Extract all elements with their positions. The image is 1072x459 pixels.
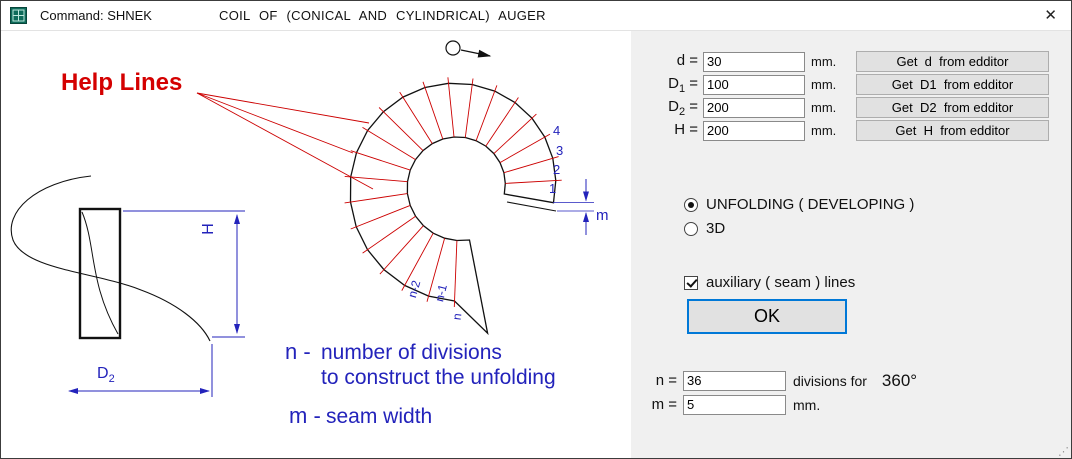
- command-title: Command: SHNEK: [40, 8, 152, 23]
- n-label: n =: [655, 372, 677, 389]
- seam-second-edge: [506, 201, 557, 212]
- field-row-h: H = mm. Get H from edditor: [631, 120, 1071, 141]
- div-number-3: 3: [556, 143, 563, 158]
- radio-3d-icon[interactable]: [684, 221, 698, 236]
- ok-button[interactable]: OK: [687, 299, 847, 334]
- n-suffix: divisions for: [793, 372, 867, 389]
- h-unit: mm.: [811, 123, 837, 138]
- content: Help Lines H D2 m 4 3 2 1 n-2 n-1 n n - …: [1, 31, 1071, 458]
- field-row-d: d = mm. Get d from edditor: [631, 51, 1071, 72]
- division-line: [475, 85, 498, 141]
- titlebar: Command: SHNEK COIL OF (CONICAL AND CYLI…: [1, 1, 1071, 31]
- auger-side-view: [10, 175, 211, 342]
- help-fan-lines: [196, 92, 374, 190]
- degrees-value: 360°: [881, 370, 918, 390]
- div-number-4: 4: [553, 123, 560, 138]
- field-label-d2: D2 =: [668, 97, 698, 118]
- app-icon: [10, 7, 27, 24]
- help-lines-label: Help Lines: [61, 69, 182, 96]
- d-input[interactable]: [703, 51, 805, 72]
- label-n: n: [450, 312, 465, 321]
- division-line: [499, 133, 551, 163]
- resize-grip-icon[interactable]: ⋰: [1058, 445, 1069, 458]
- division-line: [453, 240, 458, 308]
- div-number-2: 2: [553, 162, 560, 177]
- note-n-prefix: n -: [285, 339, 311, 364]
- field-label-d1: D1 =: [668, 74, 698, 95]
- division-line: [362, 127, 416, 160]
- division-line: [379, 225, 424, 275]
- division-line: [485, 97, 519, 147]
- division-line: [344, 193, 408, 204]
- get-d2-button[interactable]: Get D2 from edditor: [856, 97, 1049, 118]
- d2-input[interactable]: [703, 97, 805, 118]
- field-label-d: d =: [676, 51, 698, 69]
- d1-input[interactable]: [703, 74, 805, 95]
- field-row-d2: D2 = mm. Get D2 from edditor: [631, 97, 1071, 118]
- h-input[interactable]: [703, 120, 805, 141]
- radio-unfolding-icon[interactable]: [684, 197, 698, 212]
- auxiliary-lines-checkbox-row[interactable]: auxiliary ( seam ) lines: [684, 274, 855, 291]
- d-unit: mm.: [811, 54, 837, 69]
- shaft-rect: [78, 207, 122, 340]
- spiral-outline: [349, 82, 557, 336]
- division-line: [362, 215, 416, 254]
- auxiliary-lines-checkbox[interactable]: [684, 275, 698, 290]
- close-icon[interactable]: ✕: [1044, 6, 1057, 26]
- m-seam-dimension: [553, 179, 594, 235]
- m-row: m = mm.: [631, 394, 1071, 415]
- h-dimension: [123, 210, 245, 338]
- division-lines: [344, 77, 562, 308]
- d2-dimension: [68, 344, 213, 397]
- d2-dimension-label: D2: [97, 365, 115, 385]
- m-unit: mm.: [793, 396, 821, 413]
- get-d1-button[interactable]: Get D1 from edditor: [856, 74, 1049, 95]
- helix-outer-curve: [10, 175, 211, 342]
- field-label-h: H =: [674, 120, 698, 138]
- radio-3d[interactable]: 3D: [684, 220, 725, 237]
- dialog-title: COIL OF (CONICAL AND CYLINDRICAL) AUGER: [219, 8, 546, 23]
- rotation-direction-icon: [445, 40, 461, 56]
- division-line: [503, 156, 559, 174]
- m-input[interactable]: [683, 394, 786, 415]
- get-d-button[interactable]: Get d from edditor: [856, 51, 1049, 72]
- division-line: [493, 113, 537, 154]
- settings-panel: d = mm. Get d from edditor D1 = mm. Get …: [631, 31, 1071, 458]
- division-line: [464, 78, 474, 138]
- rotation-arrow: [460, 49, 492, 58]
- label-n-2: n-2: [405, 278, 423, 299]
- n-input[interactable]: [683, 370, 786, 391]
- division-numbers: 4 3 2 1: [549, 123, 563, 196]
- drawing-area: Help Lines H D2 m 4 3 2 1 n-2 n-1 n n - …: [1, 31, 631, 458]
- d1-unit: mm.: [811, 77, 837, 92]
- division-line: [350, 204, 411, 230]
- radio-3d-label: 3D: [706, 220, 726, 237]
- division-line: [378, 107, 424, 151]
- auxiliary-lines-label: auxiliary ( seam ) lines: [706, 274, 856, 291]
- m-seam-label: m: [596, 207, 609, 224]
- radio-unfolding-label: UNFOLDING ( DEVELOPING ): [706, 196, 915, 213]
- dialog-window: Command: SHNEK COIL OF (CONICAL AND CYLI…: [0, 0, 1072, 459]
- legend-notes: n - number of divisions to construct the…: [285, 339, 556, 428]
- h-dimension-label: H: [200, 223, 217, 235]
- div-number-1: 1: [549, 181, 556, 196]
- division-line: [350, 150, 411, 171]
- division-line: [447, 77, 455, 138]
- helix-inner-curve: [81, 211, 119, 335]
- auger-unfolding-diagram: Help Lines H D2 m 4 3 2 1 n-2 n-1 n n - …: [10, 40, 609, 428]
- get-h-button[interactable]: Get H from edditor: [856, 120, 1049, 141]
- note-n-line2: to construct the unfolding: [321, 366, 556, 389]
- note-m-prefix: m -: [289, 403, 321, 428]
- radio-unfolding[interactable]: UNFOLDING ( DEVELOPING ): [684, 196, 914, 213]
- division-line: [399, 91, 433, 144]
- n-row: n = divisions for 360°: [631, 370, 1071, 391]
- division-line: [422, 81, 444, 140]
- note-m-text: seam width: [326, 405, 432, 428]
- field-row-d1: D1 = mm. Get D1 from edditor: [631, 74, 1071, 95]
- d2-unit: mm.: [811, 100, 837, 115]
- note-n-line1: number of divisions: [321, 341, 502, 364]
- m-label: m =: [651, 396, 677, 413]
